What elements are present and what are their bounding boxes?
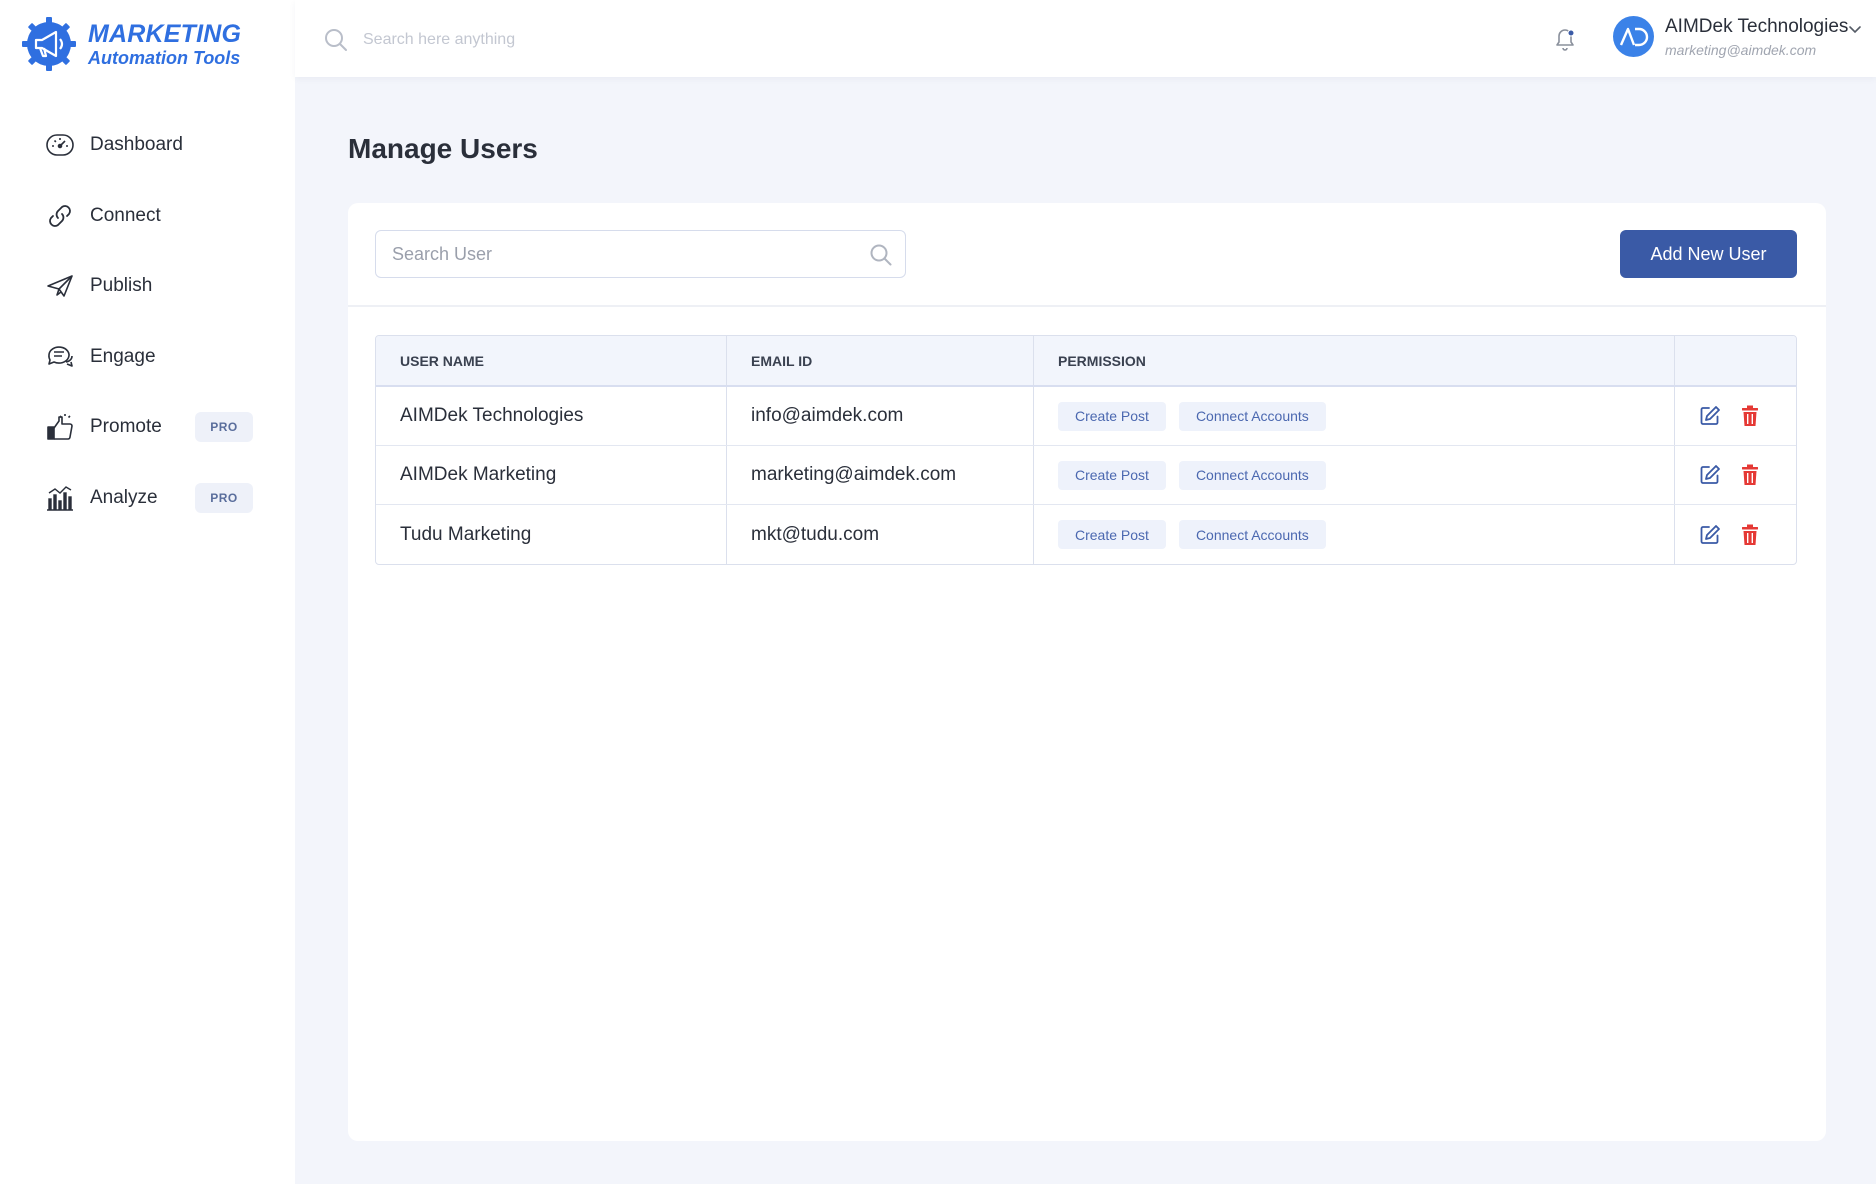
table-row: Tudu Marketing mkt@tudu.com Create Post … xyxy=(376,505,1796,564)
user-name-cell: Tudu Marketing xyxy=(376,505,727,564)
user-name-cell: AIMDek Technologies xyxy=(376,387,727,445)
divider xyxy=(348,305,1826,307)
sidebar-item-label: Dashboard xyxy=(90,134,183,156)
bar-chart-icon xyxy=(44,482,76,514)
sidebar-item-label: Promote xyxy=(90,416,162,438)
search-user-input[interactable] xyxy=(392,231,852,277)
email-cell: marketing@aimdek.com xyxy=(727,446,1034,504)
sidebar-item-label: Connect xyxy=(90,204,161,226)
actions-cell xyxy=(1675,446,1796,504)
add-new-user-button[interactable]: Add New User xyxy=(1620,230,1797,278)
link-icon xyxy=(44,200,76,232)
permission-tag: Connect Accounts xyxy=(1178,401,1326,431)
search-icon[interactable] xyxy=(869,243,893,267)
search-icon[interactable] xyxy=(323,27,349,53)
notification-bell-icon[interactable] xyxy=(1552,25,1578,53)
sidebar-item-dashboard[interactable]: Dashboard xyxy=(0,110,295,181)
actions-cell xyxy=(1675,387,1796,445)
brand-line2: Automation Tools xyxy=(88,47,241,68)
edit-icon[interactable] xyxy=(1698,463,1722,487)
permission-tag: Create Post xyxy=(1058,520,1166,549)
avatar[interactable] xyxy=(1613,16,1654,57)
pro-badge: PRO xyxy=(195,412,253,443)
sidebar-item-publish[interactable]: Publish xyxy=(0,251,295,322)
account-email: marketing@aimdek.com xyxy=(1665,42,1817,58)
permission-cell: Create Post Connect Accounts xyxy=(1034,446,1675,504)
permission-tag: Connect Accounts xyxy=(1178,460,1326,490)
sidebar: MARKETING Automation Tools Dashboard Con… xyxy=(0,0,295,1184)
search-user-box xyxy=(375,230,906,278)
thumbs-up-icon xyxy=(44,411,76,443)
table-row: AIMDek Technologies info@aimdek.com Crea… xyxy=(376,387,1796,446)
table-row: AIMDek Marketing marketing@aimdek.com Cr… xyxy=(376,446,1796,505)
users-table: USER NAME EMAIL ID PERMISSION AIMDek Tec… xyxy=(375,335,1797,565)
dashboard-gauge-icon xyxy=(44,129,76,161)
table-header: USER NAME EMAIL ID PERMISSION xyxy=(376,336,1796,387)
sidebar-item-connect[interactable]: Connect xyxy=(0,181,295,252)
sidebar-item-label: Engage xyxy=(90,345,156,367)
sidebar-item-label: Analyze xyxy=(90,486,158,508)
chat-bubbles-icon xyxy=(44,341,76,373)
pro-badge: PRO xyxy=(195,482,253,513)
paper-plane-icon xyxy=(44,270,76,302)
user-name-cell: AIMDek Marketing xyxy=(376,446,727,504)
edit-icon[interactable] xyxy=(1698,523,1722,547)
chevron-down-icon[interactable] xyxy=(1848,22,1862,36)
sidebar-item-analyze[interactable]: Analyze PRO xyxy=(0,463,295,534)
column-header-actions xyxy=(1675,336,1796,385)
permission-tag: Create Post xyxy=(1058,460,1166,490)
users-card: Add New User USER NAME EMAIL ID PERMISSI… xyxy=(348,203,1826,1141)
sidebar-item-promote[interactable]: Promote PRO xyxy=(0,392,295,463)
trash-icon[interactable] xyxy=(1738,463,1762,487)
edit-icon[interactable] xyxy=(1698,404,1722,428)
column-header-permission: PERMISSION xyxy=(1034,336,1675,385)
sidebar-item-label: Publish xyxy=(90,275,153,297)
column-header-user-name: USER NAME xyxy=(376,336,727,385)
brand-logo[interactable]: MARKETING Automation Tools xyxy=(20,14,270,74)
permission-cell: Create Post Connect Accounts xyxy=(1034,387,1675,445)
permission-cell: Create Post Connect Accounts xyxy=(1034,505,1675,564)
megaphone-gear-icon xyxy=(22,17,76,71)
account-name[interactable]: AIMDek Technologies xyxy=(1665,16,1848,38)
avatar-initials-logo xyxy=(1619,27,1648,46)
page-title: Manage Users xyxy=(348,133,538,164)
actions-cell xyxy=(1675,505,1796,564)
permission-tag: Create Post xyxy=(1058,401,1166,431)
column-header-email: EMAIL ID xyxy=(727,336,1034,385)
sidebar-item-engage[interactable]: Engage xyxy=(0,322,295,393)
global-search-input[interactable] xyxy=(363,26,763,54)
email-cell: info@aimdek.com xyxy=(727,387,1034,445)
brand-line1: MARKETING xyxy=(88,19,242,48)
brand-name: MARKETING Automation Tools xyxy=(88,19,242,68)
top-header: AIMDek Technologies marketing@aimdek.com xyxy=(295,0,1876,77)
permission-tag: Connect Accounts xyxy=(1178,520,1326,549)
email-cell: mkt@tudu.com xyxy=(727,505,1034,564)
sidebar-nav: Dashboard Connect Publish Engage Promote… xyxy=(0,110,295,533)
trash-icon[interactable] xyxy=(1738,523,1762,547)
trash-icon[interactable] xyxy=(1738,404,1762,428)
